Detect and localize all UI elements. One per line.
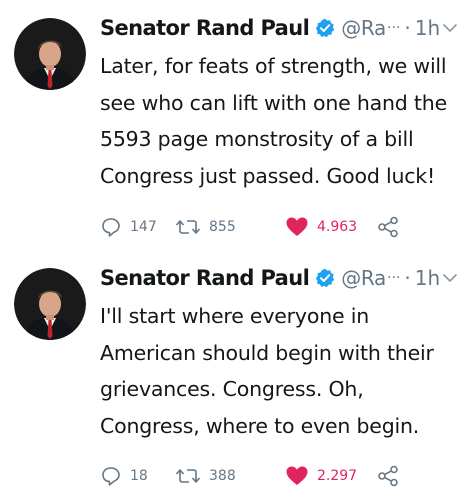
author-handle[interactable]: @Ra (341, 16, 386, 40)
author-name[interactable]: Senator Rand Paul (100, 266, 310, 290)
avatar[interactable] (14, 18, 86, 90)
handle-ellipsis: ··· (387, 270, 401, 286)
avatar[interactable] (14, 268, 86, 340)
tweet-timestamp[interactable]: 1h (415, 16, 440, 40)
tweet-text: I'll start where everyone in American sh… (100, 304, 434, 438)
like-count: 4.963 (317, 219, 358, 235)
author-handle[interactable]: @Ra (341, 266, 386, 290)
share-button[interactable] (377, 465, 399, 487)
reply-count: 147 (130, 219, 157, 235)
separator-dot: · (404, 266, 411, 290)
tweet[interactable]: Senator Rand Paul @Ra ··· · 1h I'll star… (0, 250, 470, 500)
reply-count: 18 (130, 468, 148, 484)
retweet-icon (175, 220, 201, 234)
separator-dot: · (404, 16, 411, 40)
reply-button[interactable]: 18 (100, 465, 175, 487)
tweet-timestamp[interactable]: 1h (415, 266, 440, 290)
retweet-button[interactable]: 855 (175, 216, 285, 238)
reply-icon (102, 467, 120, 486)
handle-ellipsis: ··· (387, 20, 401, 36)
retweet-icon (175, 469, 201, 483)
tweet[interactable]: Senator Rand Paul @Ra ··· · 1h Later, fo… (0, 0, 470, 250)
retweet-count: 855 (209, 219, 236, 235)
verified-badge-icon (315, 268, 335, 288)
author-name[interactable]: Senator Rand Paul (100, 16, 310, 40)
tweet-text: Later, for feats of strength, we will se… (100, 54, 447, 188)
like-button[interactable]: 2.297 (285, 465, 377, 487)
share-icon (378, 465, 398, 487)
verified-badge-icon (315, 18, 335, 38)
reply-button[interactable]: 147 (100, 216, 175, 238)
share-button[interactable] (377, 216, 399, 238)
heart-icon (286, 217, 308, 236)
tweet-actions: 18 388 2.297 (100, 461, 460, 491)
retweet-button[interactable]: 388 (175, 465, 285, 487)
chevron-down-icon[interactable] (442, 23, 458, 33)
chevron-down-icon[interactable] (442, 273, 458, 283)
heart-icon (286, 466, 308, 485)
retweet-count: 388 (209, 468, 236, 484)
like-button[interactable]: 4.963 (285, 216, 377, 238)
share-icon (378, 216, 398, 238)
tweet-header: Senator Rand Paul @Ra ··· · 1h (100, 8, 460, 48)
reply-icon (102, 218, 120, 237)
tweet-header: Senator Rand Paul @Ra ··· · 1h (100, 258, 460, 298)
like-count: 2.297 (317, 468, 358, 484)
tweet-actions: 147 855 4.963 (100, 212, 460, 242)
